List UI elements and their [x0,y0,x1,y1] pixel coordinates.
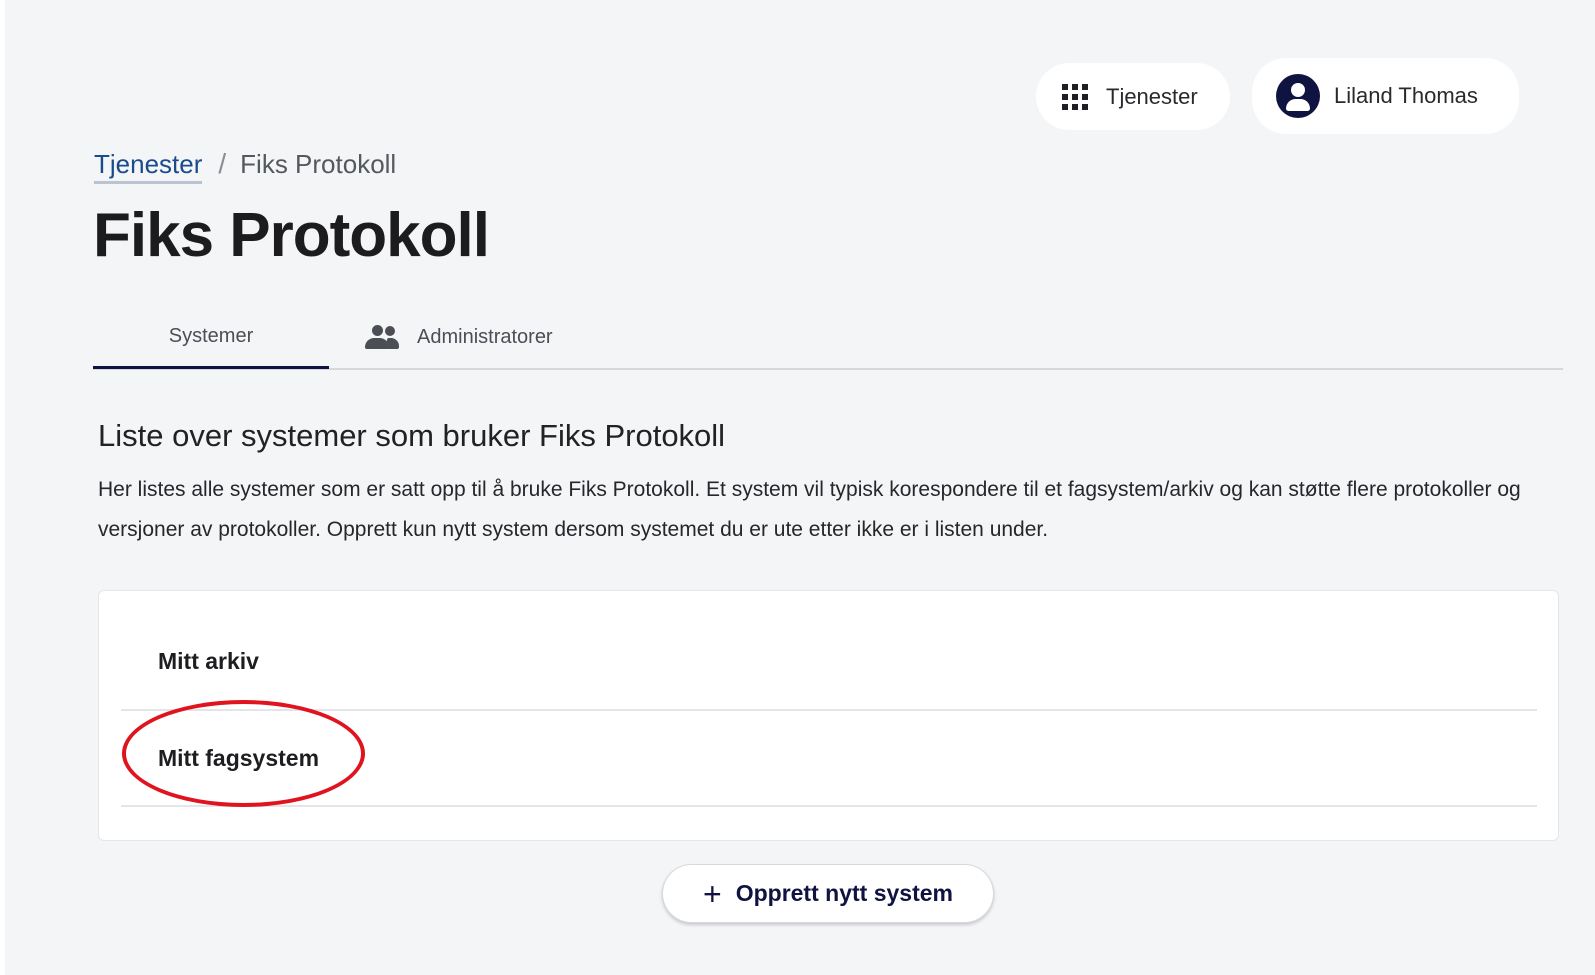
page-title: Fiks Protokoll [93,201,490,270]
user-menu-button[interactable]: Liland Thomas [1252,58,1519,134]
tab-bar: Systemer Administratorer [93,306,1563,370]
breadcrumb-current: Fiks Protokoll [240,149,397,179]
section-description: Her listes alle systemer som er satt opp… [98,478,1521,541]
breadcrumb-separator: / [218,148,227,179]
breadcrumb: Tjenester / Fiks Protokoll [94,148,396,184]
avatar-icon [1276,74,1320,118]
tab-systemer-label: Systemer [168,324,254,347]
services-label: Tjenester [1106,83,1198,109]
tab-systemer[interactable]: Systemer [93,306,329,369]
plus-icon: + [703,875,722,912]
user-name: Liland Thomas [1334,83,1478,108]
create-system-button[interactable]: + Opprett nytt system [662,864,994,923]
section-heading: Liste over systemer som bruker Fiks Prot… [98,418,726,453]
list-item-mitt-arkiv[interactable]: Mitt arkiv [121,613,1537,711]
services-menu-button[interactable]: Tjenester [1036,63,1230,130]
apps-grid-icon [1062,83,1088,110]
highlight-annotation-ellipse [122,700,365,807]
left-edge-strip [0,0,5,975]
people-icon [365,325,399,349]
system-name: Mitt arkiv [158,647,259,674]
breadcrumb-link-tjenester[interactable]: Tjenester [94,149,203,184]
tab-administratorer-label: Administratorer [417,325,553,348]
tab-administratorer[interactable]: Administratorer [365,306,553,368]
create-system-label: Opprett nytt system [735,880,953,906]
